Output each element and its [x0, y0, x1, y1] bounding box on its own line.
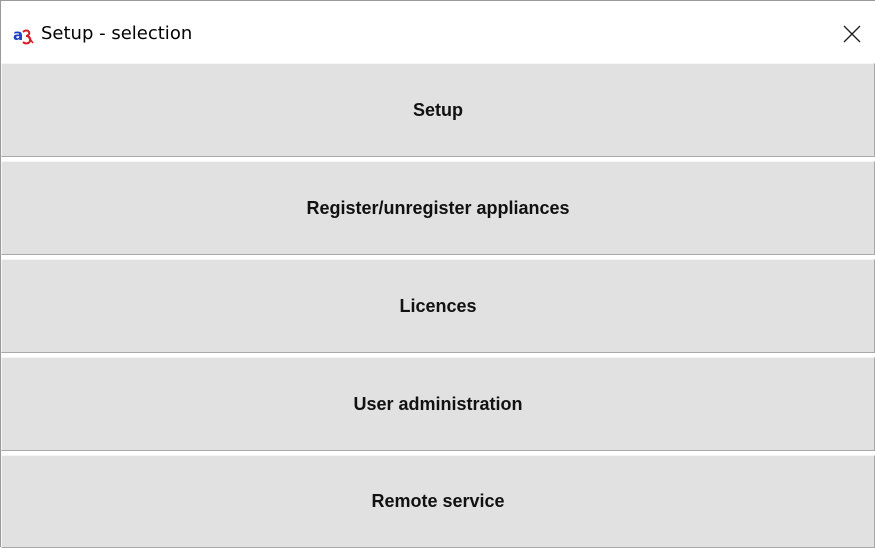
title-bar[interactable]: a Setup - selection — [1, 1, 875, 63]
setup-selection-window: a Setup - selection Setup Register/unreg… — [0, 0, 875, 548]
register-unregister-appliances-button[interactable]: Register/unregister appliances — [1, 161, 875, 255]
setup-button[interactable]: Setup — [1, 63, 875, 157]
licences-button[interactable]: Licences — [1, 259, 875, 353]
window-title: Setup - selection — [41, 23, 193, 44]
close-icon — [842, 24, 862, 49]
close-button[interactable] — [833, 19, 871, 53]
app-logo-icon: a — [13, 26, 35, 45]
user-administration-button[interactable]: User administration — [1, 357, 875, 451]
svg-text:a: a — [13, 27, 23, 44]
remote-service-button[interactable]: Remote service — [1, 455, 875, 548]
